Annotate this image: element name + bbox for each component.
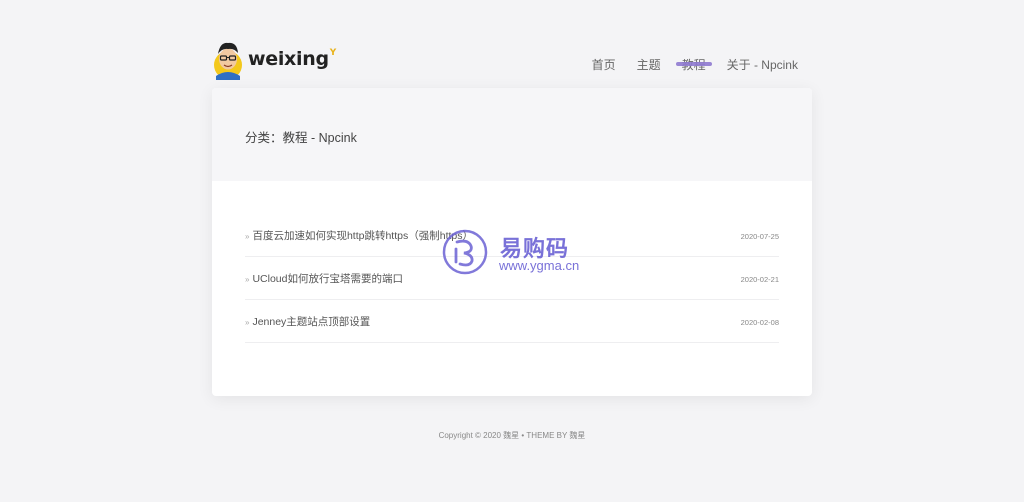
watermark-url: www.ygma.cn [499,258,580,273]
bullet-icon: » [245,275,250,284]
site-logo[interactable]: weixingY [212,38,336,80]
watermark: 易购码 www.ygma.cn [442,229,592,277]
site-header: weixingY 首页 主题 教程 关于 - Npcink [212,38,812,84]
brand-name: weixingY [248,48,336,70]
nav-home[interactable]: 首页 [592,56,616,73]
site-footer: Copyright © 2020 魏星 • THEME BY 魏星 [438,431,586,440]
post-date: 2020-02-21 [740,275,779,284]
post-title: 百度云加速如何实现http跳转https（强制https） [252,230,473,242]
watermark-logo-icon [442,229,488,275]
nav-themes[interactable]: 主题 [637,56,661,73]
category-header: 分类：教程 - Npcink [212,88,812,181]
list-item: » Jenney主题站点顶部设置 2020-02-08 [245,300,779,343]
nav-about[interactable]: 关于 - Npcink [727,56,798,73]
avatar-icon [214,42,242,80]
bullet-icon: » [245,232,250,241]
nav-tutorials[interactable]: 教程 [675,56,712,73]
bullet-icon: » [245,318,250,327]
post-date: 2020-07-25 [740,232,779,241]
post-link[interactable]: » Jenney主题站点顶部设置 [245,314,370,329]
post-date: 2020-02-08 [740,318,779,327]
post-title: Jenney主题站点顶部设置 [252,316,371,328]
brand-sup: Y [329,48,337,58]
main-nav: 首页 主题 教程 关于 - Npcink [571,56,798,73]
post-link[interactable]: » UCloud如何放行宝塔需要的端口 [245,271,403,286]
page-title: 分类：教程 - Npcink [245,131,357,145]
post-title: UCloud如何放行宝塔需要的端口 [252,273,403,285]
post-link[interactable]: » 百度云加速如何实现http跳转https（强制https） [245,228,473,243]
